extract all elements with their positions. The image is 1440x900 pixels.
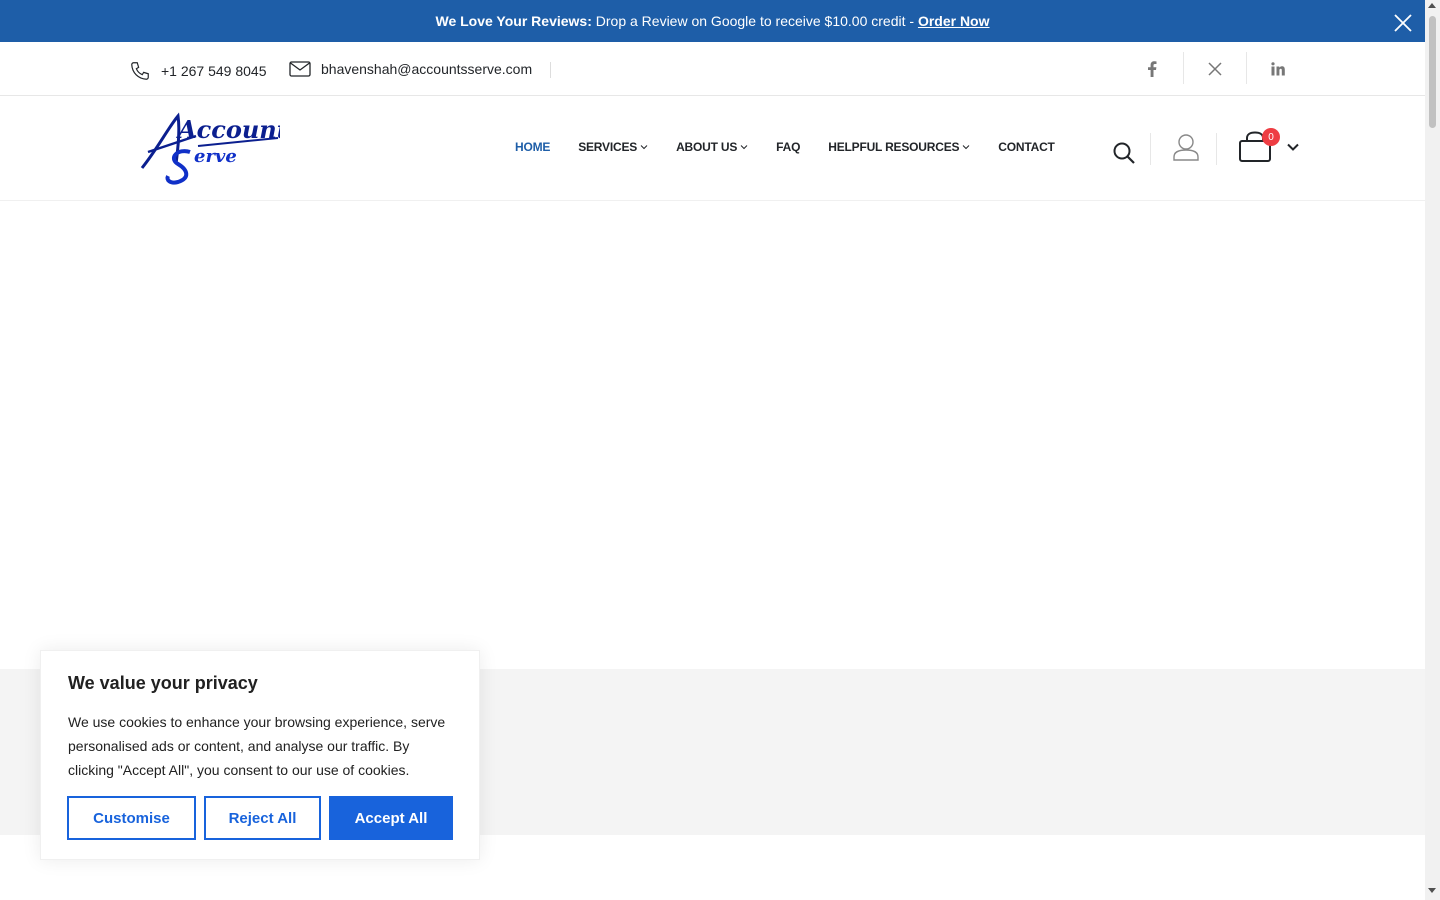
cookie-consent-dialog: We value your privacy We use cookies to … [40,650,480,860]
nav-contact-label: CONTACT [998,140,1055,154]
linkedin-link[interactable] [1247,42,1309,96]
phone-number: +1 267 549 8045 [161,63,267,79]
facebook-icon [1148,61,1157,77]
divider [1150,133,1151,165]
main-nav: HOME SERVICES ABOUT US FAQ HELPFUL RESOU… [515,140,1083,154]
nav-about-us-label: ABOUT US [676,140,738,154]
customise-button[interactable]: Customise [67,796,196,840]
chevron-down-icon[interactable] [1286,142,1300,152]
nav-services[interactable]: SERVICES [578,140,648,154]
phone-icon [131,62,149,80]
main-header: Accounts erve HOME SERVICES ABOUT US FAQ… [0,96,1425,201]
chevron-down-icon [740,145,748,150]
scroll-down-arrow-icon[interactable] [1428,888,1436,893]
cookie-title: We value your privacy [68,673,258,693]
cookie-body: We use cookies to enhance your browsing … [68,714,446,778]
promo-text: Drop a Review on Google to receive $10.0… [591,13,918,29]
linkedin-icon [1271,62,1285,76]
cart-count-badge: 0 [1262,128,1280,146]
order-now-link[interactable]: Order Now [918,13,990,29]
divider [1216,133,1217,165]
nav-about-us[interactable]: ABOUT US [676,140,748,154]
x-twitter-link[interactable] [1184,42,1246,96]
nav-helpful-resources-label: HELPFUL RESOURCES [828,140,960,154]
user-account-icon[interactable] [1172,133,1200,161]
accept-all-button[interactable]: Accept All [329,796,453,840]
reject-all-button[interactable]: Reject All [204,796,321,840]
chevron-down-icon [962,145,970,150]
chevron-down-icon [640,145,648,150]
nav-services-label: SERVICES [578,140,638,154]
promo-bold-text: We Love Your Reviews: [435,13,592,29]
facebook-link[interactable] [1121,42,1183,96]
nav-home-label: HOME [515,140,551,154]
promo-banner: We Love Your Reviews: Drop a Review on G… [0,0,1425,42]
nav-faq[interactable]: FAQ [776,140,800,154]
nav-contact[interactable]: CONTACT [998,140,1055,154]
nav-faq-label: FAQ [776,140,801,154]
scroll-up-arrow-icon[interactable] [1428,3,1436,8]
accountsserve-logo[interactable]: Accounts erve [138,108,280,188]
nav-helpful-resources[interactable]: HELPFUL RESOURCES [828,140,970,154]
scrollbar-track[interactable] [1425,0,1440,900]
divider [550,62,551,78]
email-contact[interactable]: bhavenshah@accountsserve.com [289,60,532,78]
search-icon[interactable] [1112,141,1136,165]
contact-bar: +1 267 549 8045 bhavenshah@accountsserve… [0,42,1425,96]
scrollbar-thumb[interactable] [1429,16,1436,128]
x-twitter-icon [1208,62,1222,76]
envelope-icon [289,61,311,77]
nav-home[interactable]: HOME [515,140,550,154]
logo-text-serve: erve [194,146,237,167]
cookie-buttons: Customise Reject All Accept All [67,796,461,840]
phone-contact[interactable]: +1 267 549 8045 [129,60,267,82]
close-icon[interactable] [1393,13,1413,33]
email-address: bhavenshah@accountsserve.com [321,61,533,77]
